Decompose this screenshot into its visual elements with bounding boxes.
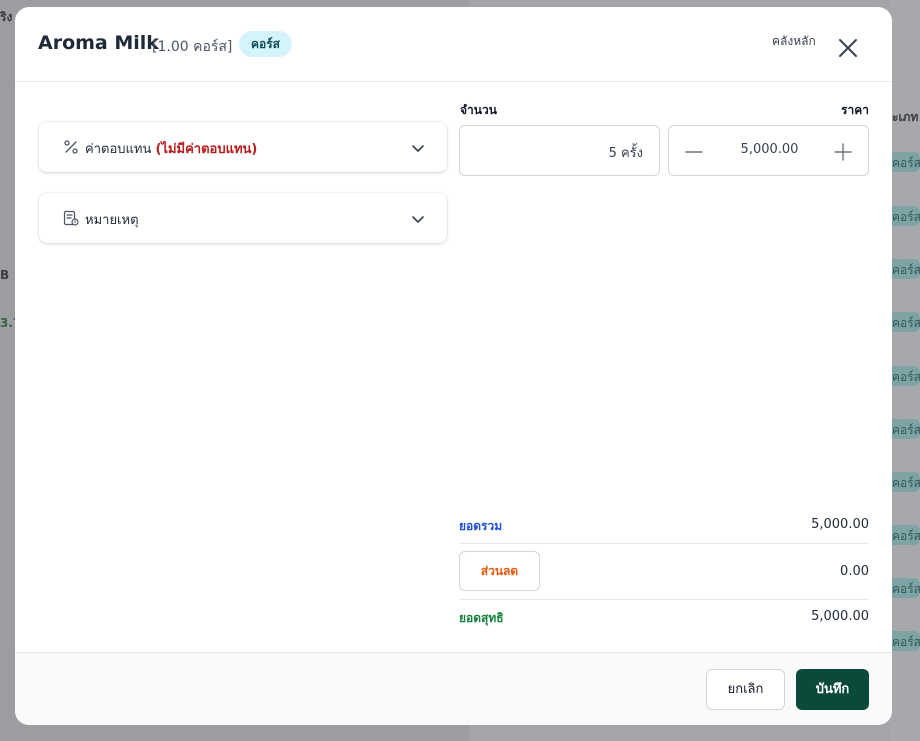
chevron-down-icon bbox=[412, 216, 424, 223]
chevron-down-icon bbox=[412, 145, 424, 152]
note-icon bbox=[63, 210, 79, 226]
modal-subtitle: [1.00 คอร์ส] bbox=[152, 39, 233, 55]
background-side-text: ริง bbox=[0, 10, 13, 24]
plus-icon[interactable] bbox=[832, 141, 854, 163]
net-label: ยอดสุทธิ bbox=[459, 611, 504, 625]
quantity-label: จำนวน bbox=[460, 103, 497, 117]
type-badge: คอร์ส bbox=[239, 31, 293, 57]
modal-title: Aroma Milk bbox=[38, 32, 159, 54]
discount-value: 0.00 bbox=[840, 564, 869, 579]
cancel-button[interactable]: ยกเลิก bbox=[706, 669, 785, 710]
percent-icon bbox=[64, 140, 78, 154]
divider bbox=[459, 543, 869, 544]
save-button[interactable]: บันทึก bbox=[796, 669, 869, 710]
quantity-field[interactable]: 5 ครั้ง bbox=[459, 125, 660, 176]
commission-title: ค่าตอบแทน bbox=[85, 142, 152, 157]
quantity-value: 5 ครั้ง bbox=[608, 146, 643, 161]
divider bbox=[459, 599, 869, 600]
close-icon[interactable] bbox=[834, 34, 862, 62]
total-value: 5,000.00 bbox=[811, 517, 869, 532]
background-column-header: ะเภท bbox=[892, 110, 919, 124]
net-value: 5,000.00 bbox=[811, 609, 869, 624]
price-stepper: 5,000.00 bbox=[668, 125, 869, 176]
warehouse-label: คลังหลัก bbox=[772, 34, 816, 48]
summary-net-row: ยอดสุทธิ 5,000.00 bbox=[459, 609, 869, 627]
total-label: ยอดรวม bbox=[459, 519, 503, 533]
price-label: ราคา bbox=[841, 103, 869, 117]
note-label: หมายเหตุ bbox=[85, 213, 139, 228]
background-side-text: B bbox=[0, 268, 10, 282]
note-accordion[interactable]: หมายเหตุ bbox=[39, 193, 447, 243]
modal-footer: ยกเลิก บันทึก bbox=[15, 652, 892, 725]
commission-status: (ไม่มีค่าตอบแทน) bbox=[155, 142, 258, 157]
commission-label: ค่าตอบแทน (ไม่มีค่าตอบแทน) bbox=[85, 138, 257, 159]
summary-total-row: ยอดรวม 5,000.00 bbox=[459, 517, 869, 535]
modal-header: Aroma Milk [1.00 คอร์ส] คอร์ส คลังหลัก bbox=[15, 7, 892, 82]
product-modal: Aroma Milk [1.00 คอร์ส] คอร์ส คลังหลัก ค… bbox=[15, 7, 892, 725]
commission-accordion[interactable]: ค่าตอบแทน (ไม่มีค่าตอบแทน) bbox=[39, 122, 447, 172]
summary-discount-row: 0.00 bbox=[459, 564, 869, 582]
